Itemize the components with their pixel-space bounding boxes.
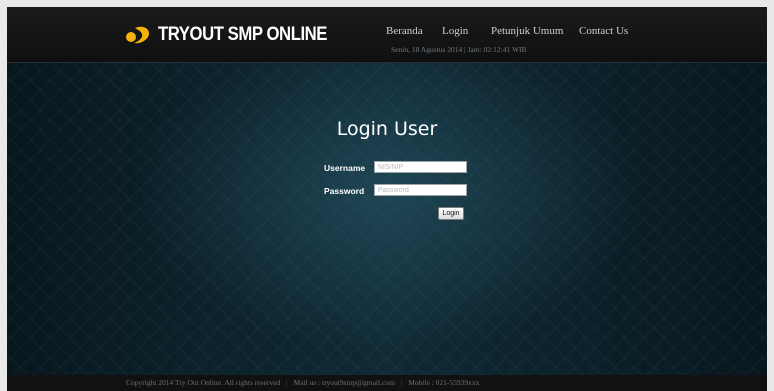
username-label: Username — [324, 163, 366, 173]
footer: Copyright 2014 Try Out Online. All right… — [7, 375, 767, 391]
datetime-text: Senin, 18 Agustus 2014 | Jam: 02:12:41 W… — [391, 45, 527, 54]
login-panel: Login User Username Password Login — [7, 63, 767, 375]
nav-contact-us[interactable]: Contact Us — [579, 25, 628, 37]
password-input[interactable] — [374, 184, 467, 196]
login-button[interactable]: Login — [438, 207, 464, 220]
page-frame: TRYOUT SMP ONLINE Beranda Login Petunjuk… — [7, 7, 767, 391]
header-bar: TRYOUT SMP ONLINE Beranda Login Petunjuk… — [7, 7, 767, 63]
nav-beranda[interactable]: Beranda — [386, 25, 423, 37]
main-nav: Beranda Login Petunjuk Umum Contact Us — [7, 25, 767, 41]
footer-separator: | — [400, 378, 403, 387]
footer-separator: | — [286, 378, 288, 387]
footer-text: Copyright 2014 Try Out Online. All right… — [126, 378, 479, 387]
footer-mobile: Mobile : 021-55939xxx — [408, 378, 480, 387]
password-label: Password — [324, 186, 365, 196]
footer-copyright: Copyright 2014 Try Out Online. All right… — [126, 378, 281, 387]
username-input[interactable] — [374, 161, 467, 173]
nav-petunjuk-umum[interactable]: Petunjuk Umum — [491, 25, 563, 37]
nav-login[interactable]: Login — [442, 25, 468, 37]
page-title: Login User — [336, 118, 438, 140]
footer-mail[interactable]: Mail us : tryout9smp@gmail.com — [293, 378, 394, 387]
